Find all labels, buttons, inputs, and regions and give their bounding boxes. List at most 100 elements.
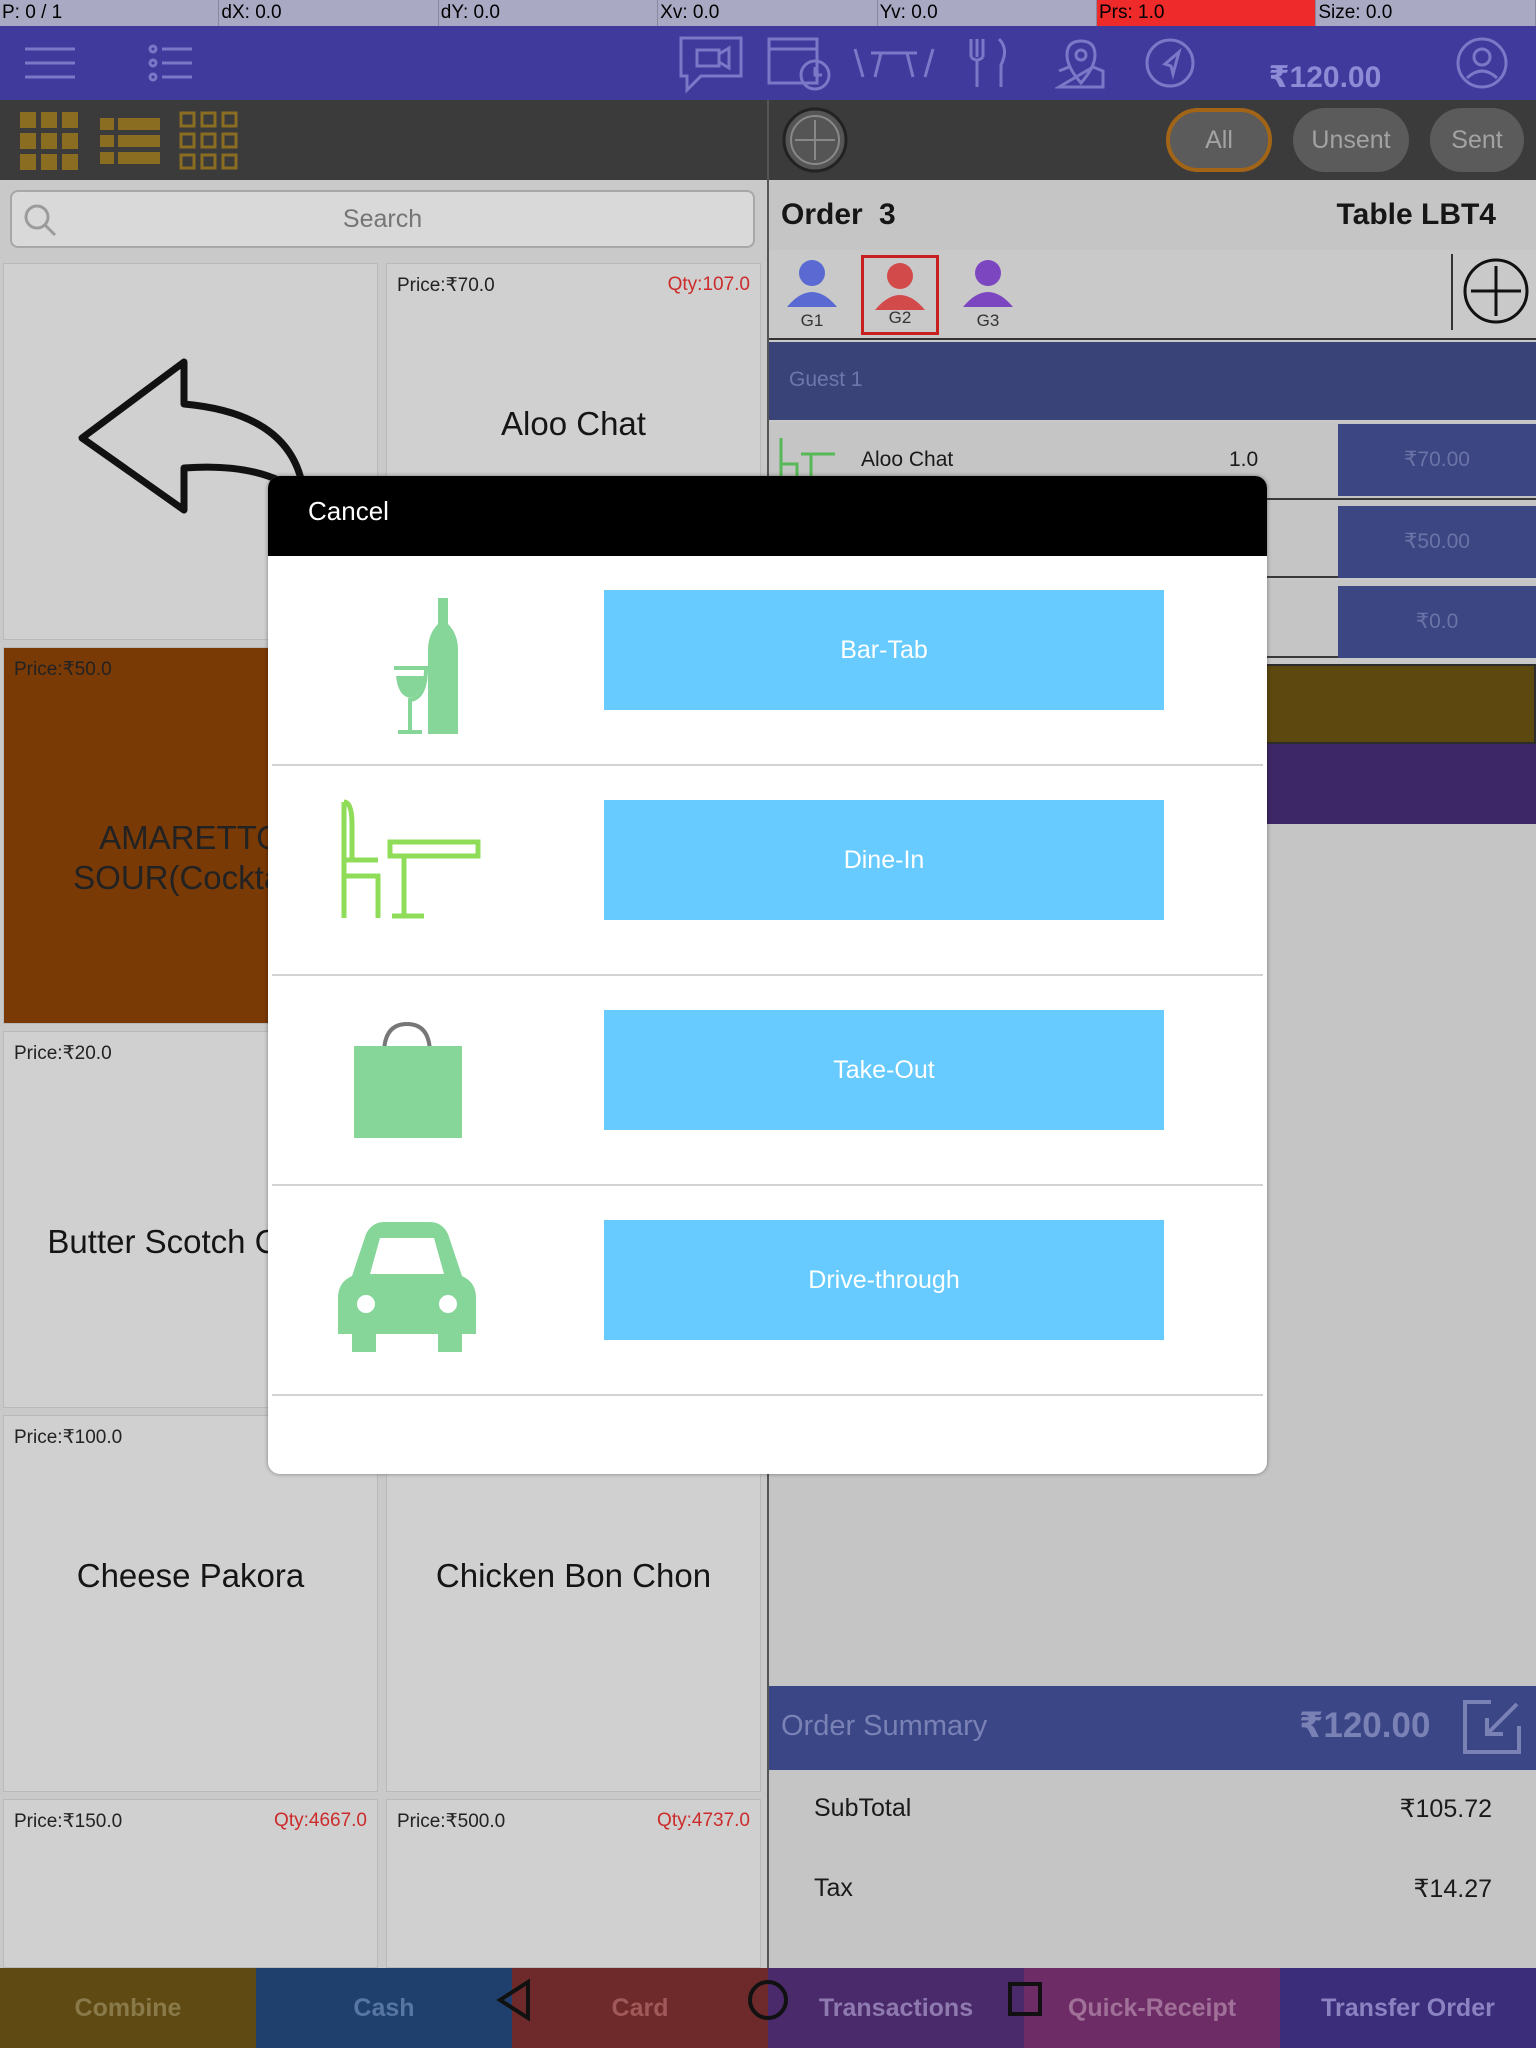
list-icon[interactable] <box>146 26 196 100</box>
nav-recents-icon[interactable] <box>1006 1978 1046 2027</box>
summary-value: ₹105.72 <box>1399 1795 1492 1823</box>
order-header: Order 3 Table LBT4 <box>769 180 1536 250</box>
guest-avatar-icon <box>787 260 837 307</box>
header-total-amount: ₹120.00 <box>1268 61 1382 94</box>
quick-receipt-button[interactable]: Quick-Receipt <box>1024 1968 1280 2048</box>
order-summary-total: ₹120.00 <box>1299 1706 1431 1745</box>
nav-home-icon[interactable] <box>746 1978 790 2027</box>
order-item-price-button[interactable]: ₹50.00 <box>1338 506 1536 578</box>
order-number: 3 <box>879 198 896 231</box>
small-grid-view-icon[interactable] <box>178 110 240 177</box>
drive-through-button[interactable]: Drive-through <box>604 1220 1164 1340</box>
item-price: Price:₹100.0 <box>14 1427 123 1448</box>
order-type-row: Drive-through <box>272 1186 1263 1396</box>
summary-row-subtotal: SubTotal ₹105.72 <box>769 1770 1536 1850</box>
guest-label: G1 <box>800 311 824 330</box>
item-name: Aloo Chat <box>501 405 646 442</box>
transactions-button[interactable]: Transactions <box>768 1968 1024 2048</box>
menu-view-toolbar <box>0 100 767 180</box>
debug-pointer: P: 0 / 1 <box>0 0 220 26</box>
guest-tab-g1[interactable]: G1 <box>773 255 851 335</box>
item-price: Price:₹50.0 <box>14 659 112 680</box>
guest-tab-g3[interactable]: G3 <box>949 255 1027 335</box>
transfer-order-button[interactable]: Transfer Order <box>1280 1968 1536 2048</box>
summary-label: SubTotal <box>814 1794 912 1822</box>
order-summary-header[interactable]: Order Summary ₹120.00 <box>769 1686 1536 1770</box>
hamburger-menu-icon[interactable] <box>20 26 80 100</box>
item-price: Price:₹70.0 <box>397 275 495 296</box>
cancel-button[interactable]: Cancel <box>308 496 389 527</box>
guest-section-header: Guest 1 <box>769 342 1536 420</box>
debug-pressure: Prs: 1.0 <box>1096 0 1317 26</box>
guest-section-label: Guest 1 <box>789 368 863 391</box>
filter-unsent-button[interactable]: Unsent <box>1293 108 1409 172</box>
calendar-clock-icon[interactable] <box>764 26 834 100</box>
item-price: Price:₹150.0 <box>14 1811 123 1832</box>
debug-dx: dX: 0.0 <box>219 0 439 26</box>
add-guest-icon[interactable] <box>1461 256 1531 331</box>
debug-xv: Xv: 0.0 <box>658 0 878 26</box>
dine-in-button[interactable]: Dine-In <box>604 800 1164 920</box>
guest-avatar-icon <box>963 260 1013 307</box>
nav-back-icon[interactable] <box>494 1978 534 2027</box>
order-type-row: Take-Out <box>272 976 1263 1186</box>
menu-item-tile[interactable]: Price:₹500.0 Qty:4737.0 <box>386 1799 761 1968</box>
order-label: Order <box>781 198 863 231</box>
list-view-icon[interactable] <box>98 110 162 177</box>
order-type-row: Bar-Tab <box>272 556 1263 766</box>
order-type-dialog: Cancel Bar-Tab Dine-In Take-Out Drive-th… <box>268 476 1267 1474</box>
top-app-bar: ₹120.00 <box>0 26 1536 100</box>
debug-size: Size: 0.0 <box>1316 0 1536 26</box>
combine-button[interactable]: Combine <box>0 1968 256 2048</box>
order-filter-toolbar: All Unsent Sent <box>769 100 1536 180</box>
dialog-header: Cancel <box>268 476 1267 556</box>
cutlery-icon[interactable] <box>964 26 1014 100</box>
add-order-icon[interactable] <box>781 106 849 179</box>
menu-item-tile[interactable]: Price:₹150.0 Qty:4667.0 <box>3 1799 378 1968</box>
search-icon <box>24 204 57 237</box>
summary-value: ₹14.27 <box>1413 1875 1492 1903</box>
table-icon[interactable] <box>852 26 936 100</box>
take-out-button[interactable]: Take-Out <box>604 1010 1164 1130</box>
card-button[interactable]: Card <box>512 1968 768 2048</box>
car-icon <box>332 1216 482 1366</box>
guest-selector: G1 G2 G3 <box>769 250 1536 340</box>
grid-view-icon[interactable] <box>18 110 80 177</box>
filter-all-button[interactable]: All <box>1166 108 1272 172</box>
item-price: Price:₹500.0 <box>397 1811 506 1832</box>
chair-table-icon <box>332 796 482 946</box>
debug-yv: Yv: 0.0 <box>878 0 1097 26</box>
order-type-row: Dine-In <box>272 766 1263 976</box>
order-item-price-button[interactable]: ₹0.0 <box>1338 586 1536 658</box>
user-profile-icon[interactable] <box>1454 26 1510 100</box>
item-qty: Qty:4667.0 <box>274 1810 367 1831</box>
shopping-bag-icon <box>332 1006 482 1156</box>
order-item-qty: 1.0 <box>1229 448 1259 471</box>
search-input[interactable] <box>12 192 753 246</box>
order-item-price-button[interactable]: ₹70.00 <box>1338 424 1536 496</box>
debug-overlay: P: 0 / 1 dX: 0.0 dY: 0.0 Xv: 0.0 Yv: 0.0… <box>0 0 1536 26</box>
debug-dy: dY: 0.0 <box>439 0 659 26</box>
map-pin-icon[interactable] <box>1054 26 1108 100</box>
table-label: Table LBT4 <box>1336 198 1496 231</box>
item-price: Price:₹20.0 <box>14 1043 112 1064</box>
item-name: Cheese Pakora <box>76 1557 305 1594</box>
order-item-name: Aloo Chat <box>861 448 954 471</box>
order-summary-title: Order Summary <box>781 1710 988 1742</box>
guest-label: G2 <box>888 308 912 327</box>
summary-label: Tax <box>814 1874 853 1902</box>
item-name: Chicken Bon Chon <box>435 1557 712 1594</box>
filter-sent-button[interactable]: Sent <box>1430 108 1524 172</box>
guest-tab-g2[interactable]: G2 <box>861 255 939 335</box>
cash-button[interactable]: Cash <box>256 1968 512 2048</box>
search-field[interactable] <box>10 190 755 248</box>
item-qty: Qty:107.0 <box>667 274 750 295</box>
video-chat-icon[interactable] <box>674 26 748 100</box>
navigation-icon[interactable] <box>1142 26 1198 100</box>
item-qty: Qty:4737.0 <box>657 1810 750 1831</box>
collapse-summary-icon[interactable] <box>1461 1698 1523 1761</box>
guest-avatar-icon <box>875 263 925 310</box>
summary-row-tax: Tax ₹14.27 <box>769 1850 1536 1968</box>
bar-tab-button[interactable]: Bar-Tab <box>604 590 1164 710</box>
guest-label: G3 <box>976 311 1000 330</box>
